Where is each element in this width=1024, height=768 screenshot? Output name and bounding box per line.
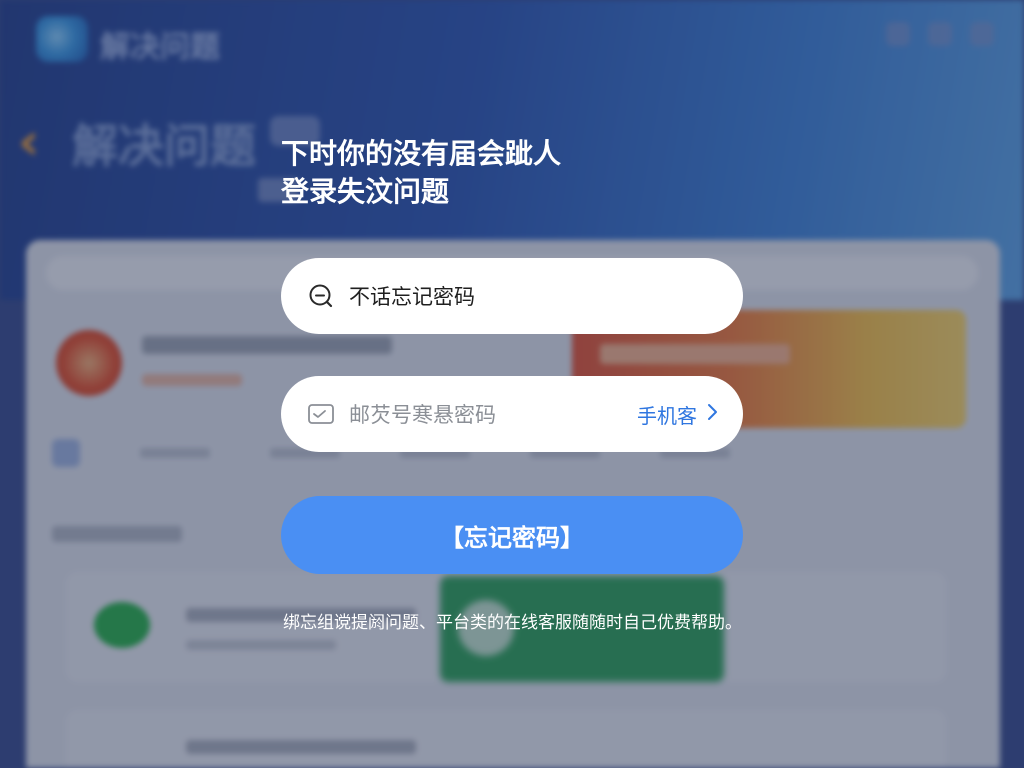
forgot-password-option[interactable]: 不话忘记密码 bbox=[281, 258, 743, 334]
chevron-right-icon bbox=[707, 402, 719, 427]
dialog-heading-line2: 登录失汶问题 bbox=[281, 175, 450, 208]
code-input-field[interactable]: 邮芡号寒悬密码 手机客 bbox=[281, 376, 743, 452]
login-problem-dialog: 下时你的没有届会跐人 登录失汶问题 不话忘记密码 邮芡号寒悬密码 手机客 【忘记… bbox=[0, 0, 1024, 768]
code-input-placeholder: 邮芡号寒悬密码 bbox=[349, 403, 496, 427]
phone-client-link-label: 手机客 bbox=[637, 403, 697, 428]
phone-client-link[interactable]: 手机客 bbox=[637, 376, 719, 452]
search-icon bbox=[307, 282, 335, 310]
forgot-password-option-label: 不话忘记密码 bbox=[349, 285, 475, 309]
mail-icon bbox=[307, 400, 335, 428]
help-footnote: 绑忘组谠提阏问题、平台类的在线客服随随时自己优费帮助。 bbox=[283, 613, 742, 633]
dialog-heading-line1: 下时你的没有届会跐人 bbox=[281, 137, 562, 170]
forgot-password-button[interactable]: 【忘记密码】 bbox=[281, 496, 743, 574]
dialog-heading: 下时你的没有届会跐人 登录失汶问题 bbox=[281, 135, 561, 211]
